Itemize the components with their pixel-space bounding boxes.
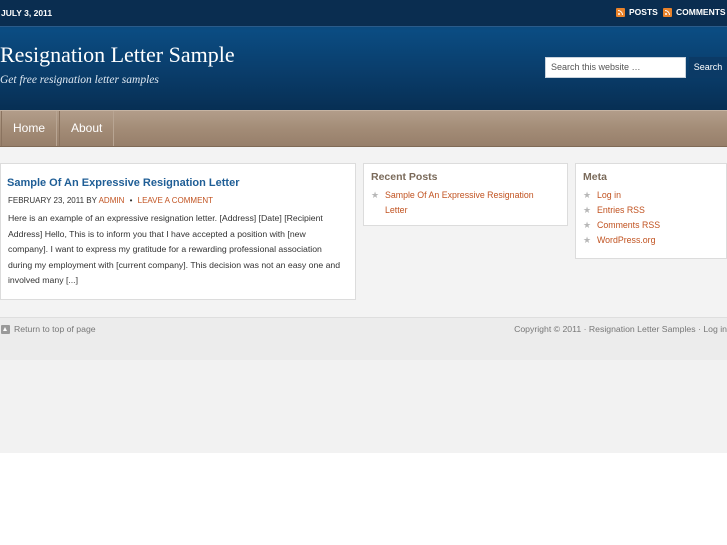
back-to-top-icon	[1, 324, 10, 334]
copyright-text: Copyright © 2011 · Resignation Letter Sa…	[514, 324, 727, 334]
post-excerpt: Here is an example of an expressive resi…	[8, 213, 341, 285]
post-meta: FEBRUARY 23, 2011 BY ADMIN • LEAVE A COM…	[8, 196, 213, 205]
post-title[interactable]: Sample Of An Expressive Resignation Lett…	[7, 177, 240, 189]
meta-list: ★ Log in ★ Entries RSS ★ Comments RSS ★ Word…	[583, 188, 723, 248]
star-bullet-icon: ★	[583, 220, 592, 230]
search-input[interactable]: Search this website …	[545, 57, 686, 78]
comments-feed-link[interactable]: COMMENTS	[663, 7, 726, 17]
recent-posts-title: Recent Posts	[371, 171, 438, 183]
back-to-top-link[interactable]: Return to top of page	[1, 324, 96, 334]
back-to-top-label: Return to top of page	[14, 324, 96, 334]
leave-comment-link[interactable]: LEAVE A COMMENT	[138, 196, 213, 205]
post-author-link[interactable]: ADMIN	[99, 196, 125, 205]
comments-feed-label: COMMENTS	[676, 7, 726, 17]
search-button[interactable]: Search	[689, 57, 727, 78]
posts-feed-link[interactable]: POSTS	[616, 7, 658, 17]
recent-posts-list: ★ Sample Of An Expressive Resignation Let…	[371, 188, 556, 218]
top-bar: JULY 3, 2011 POSTS COMMENTS	[0, 0, 727, 27]
star-bullet-icon: ★	[583, 190, 592, 200]
nav-item-home[interactable]: Home	[1, 111, 58, 146]
rss-icon	[616, 7, 625, 17]
posts-feed-label: POSTS	[629, 7, 658, 17]
current-date: JULY 3, 2011	[1, 8, 53, 18]
main-nav: Home About	[0, 110, 727, 147]
star-bullet-icon: ★	[371, 190, 380, 200]
star-bullet-icon: ★	[583, 235, 592, 245]
nav-item-about[interactable]: About	[59, 111, 115, 146]
recent-post-item[interactable]: ★ Sample Of An Expressive Resignation Let…	[371, 188, 556, 218]
meta-title: Meta	[583, 171, 607, 183]
meta-item-wordpress[interactable]: ★ WordPress.org	[583, 233, 723, 248]
meta-item-entries-rss[interactable]: ★ Entries RSS	[583, 203, 723, 218]
site-description: Get free resignation letter samples	[0, 74, 159, 86]
rss-icon	[663, 7, 672, 17]
lower-page-area	[0, 360, 727, 453]
meta-separator: •	[129, 196, 133, 205]
star-bullet-icon: ★	[583, 205, 592, 215]
post-date-by: FEBRUARY 23, 2011 BY	[8, 196, 97, 205]
site-title[interactable]: Resignation Letter Sample	[0, 42, 235, 68]
meta-item-log-in[interactable]: ★ Log in	[583, 188, 723, 203]
meta-item-comments-rss[interactable]: ★ Comments RSS	[583, 218, 723, 233]
